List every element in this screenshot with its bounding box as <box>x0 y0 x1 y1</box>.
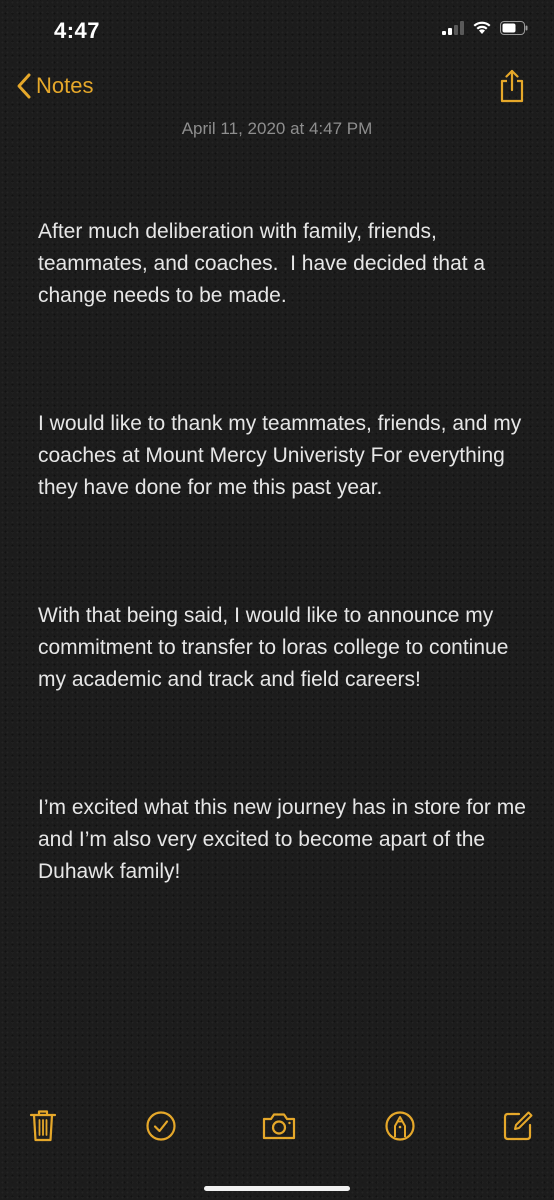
share-button[interactable] <box>498 68 526 109</box>
trash-icon <box>29 1110 57 1142</box>
checklist-button[interactable] <box>143 1108 179 1144</box>
wifi-icon <box>473 21 491 34</box>
camera-icon <box>262 1113 296 1140</box>
checklist-icon <box>146 1111 176 1141</box>
bottom-toolbar <box>0 1100 554 1154</box>
chevron-left-icon <box>17 73 31 99</box>
home-indicator[interactable] <box>204 1186 350 1191</box>
back-label: Notes <box>36 73 94 98</box>
delete-button[interactable] <box>25 1108 61 1144</box>
status-icons <box>442 20 528 35</box>
note-body[interactable]: After much deliberation with family, fri… <box>38 152 528 952</box>
navigation-bar: Notes <box>0 62 554 118</box>
cellular-signal-icon <box>442 20 464 35</box>
status-time: 4:47 <box>54 18 101 43</box>
compose-button[interactable] <box>500 1108 536 1144</box>
battery-icon <box>500 20 528 35</box>
markup-pen-icon <box>385 1111 415 1141</box>
status-bar: 4:47 <box>0 0 554 62</box>
camera-button[interactable] <box>261 1108 297 1144</box>
compose-icon <box>503 1111 533 1141</box>
note-paragraph: I’m excited what this new journey has in… <box>38 796 532 883</box>
back-to-notes-button[interactable]: Notes <box>16 72 93 100</box>
markup-button[interactable] <box>382 1108 418 1144</box>
note-paragraph: After much deliberation with family, fri… <box>38 220 491 307</box>
note-paragraph: I would like to thank my teammates, frie… <box>38 412 528 499</box>
share-icon <box>500 69 524 103</box>
note-paragraph: With that being said, I would like to an… <box>38 604 515 691</box>
note-date: April 11, 2020 at 4:47 PM <box>181 119 373 138</box>
